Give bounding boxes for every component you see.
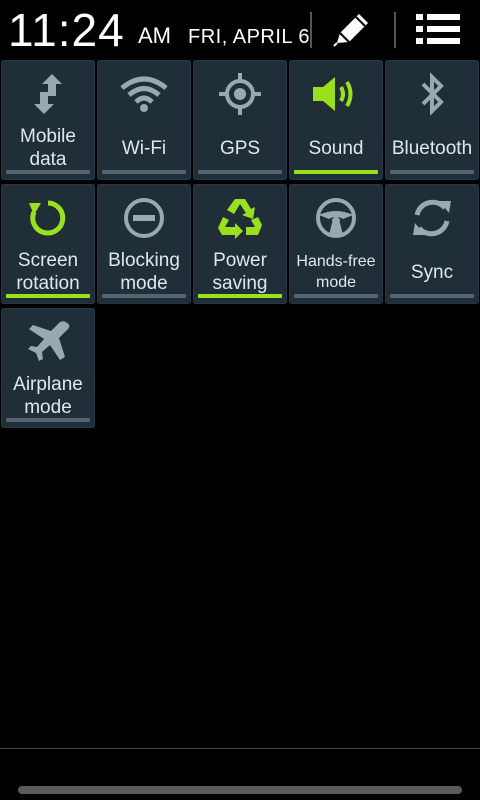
sound-icon — [289, 68, 383, 120]
tile-recycle[interactable]: Power saving — [193, 184, 287, 304]
tile-label: Hands-free mode — [296, 253, 376, 291]
tile-airplane[interactable]: Airplane mode — [1, 308, 95, 428]
tile-label: Blocking mode — [108, 250, 180, 294]
tile-status-bar — [102, 170, 186, 174]
settings-list-button[interactable] — [408, 6, 468, 52]
tile-gps[interactable]: GPS — [193, 60, 287, 180]
tile-steering-wheel[interactable]: Hands-free mode — [289, 184, 383, 304]
bluetooth-icon — [385, 68, 479, 120]
tile-bluetooth[interactable]: Bluetooth — [385, 60, 479, 180]
tile-blocking[interactable]: Blocking mode — [97, 184, 191, 304]
sync-icon — [385, 192, 479, 244]
notification-header: 11:24 AM FRI, APRIL 6 — [0, 0, 480, 58]
tile-status-bar — [6, 418, 90, 422]
tile-label: Sound — [308, 137, 364, 159]
panel-drag-handle[interactable] — [18, 786, 462, 794]
edit-button[interactable] — [322, 6, 382, 52]
header-divider — [310, 12, 312, 48]
tile-status-bar — [390, 170, 474, 174]
list-menu-icon — [416, 14, 460, 44]
mobile-data-icon — [1, 68, 95, 120]
tile-label: Power saving — [212, 250, 268, 294]
tile-label: Wi-Fi — [121, 137, 167, 159]
tile-status-bar — [6, 294, 90, 298]
tile-label: Screen rotation — [16, 250, 80, 294]
tile-mobile-data[interactable]: Mobile data — [1, 60, 95, 180]
tile-sync[interactable]: Sync — [385, 184, 479, 304]
pencil-icon — [333, 14, 368, 47]
divider-line — [0, 748, 480, 749]
tile-status-bar — [102, 294, 186, 298]
tile-label: Sync — [410, 261, 454, 283]
tile-sound[interactable]: Sound — [289, 60, 383, 180]
tile-status-bar — [198, 170, 282, 174]
airplane-icon — [1, 316, 95, 368]
rotation-icon — [1, 192, 95, 244]
clock-time: 11:24 — [8, 4, 125, 56]
tile-rotation[interactable]: Screen rotation — [1, 184, 95, 304]
tile-label: Airplane mode — [13, 374, 83, 418]
header-divider — [394, 12, 396, 48]
tile-status-bar — [294, 294, 378, 298]
tile-wifi[interactable]: Wi-Fi — [97, 60, 191, 180]
tile-label: GPS — [219, 137, 261, 159]
clock-ampm: AM — [138, 23, 171, 48]
tile-label: Mobile data — [20, 126, 76, 170]
blocking-icon — [97, 192, 191, 244]
steering-wheel-icon — [289, 192, 383, 244]
tile-status-bar — [198, 294, 282, 298]
date-text: FRI, APRIL 6 — [188, 26, 310, 48]
wifi-icon — [97, 68, 191, 120]
tile-status-bar — [294, 170, 378, 174]
tile-label: Bluetooth — [391, 137, 473, 159]
recycle-icon — [193, 192, 287, 244]
tile-status-bar — [390, 294, 474, 298]
gps-icon — [193, 68, 287, 120]
tile-status-bar — [6, 170, 90, 174]
